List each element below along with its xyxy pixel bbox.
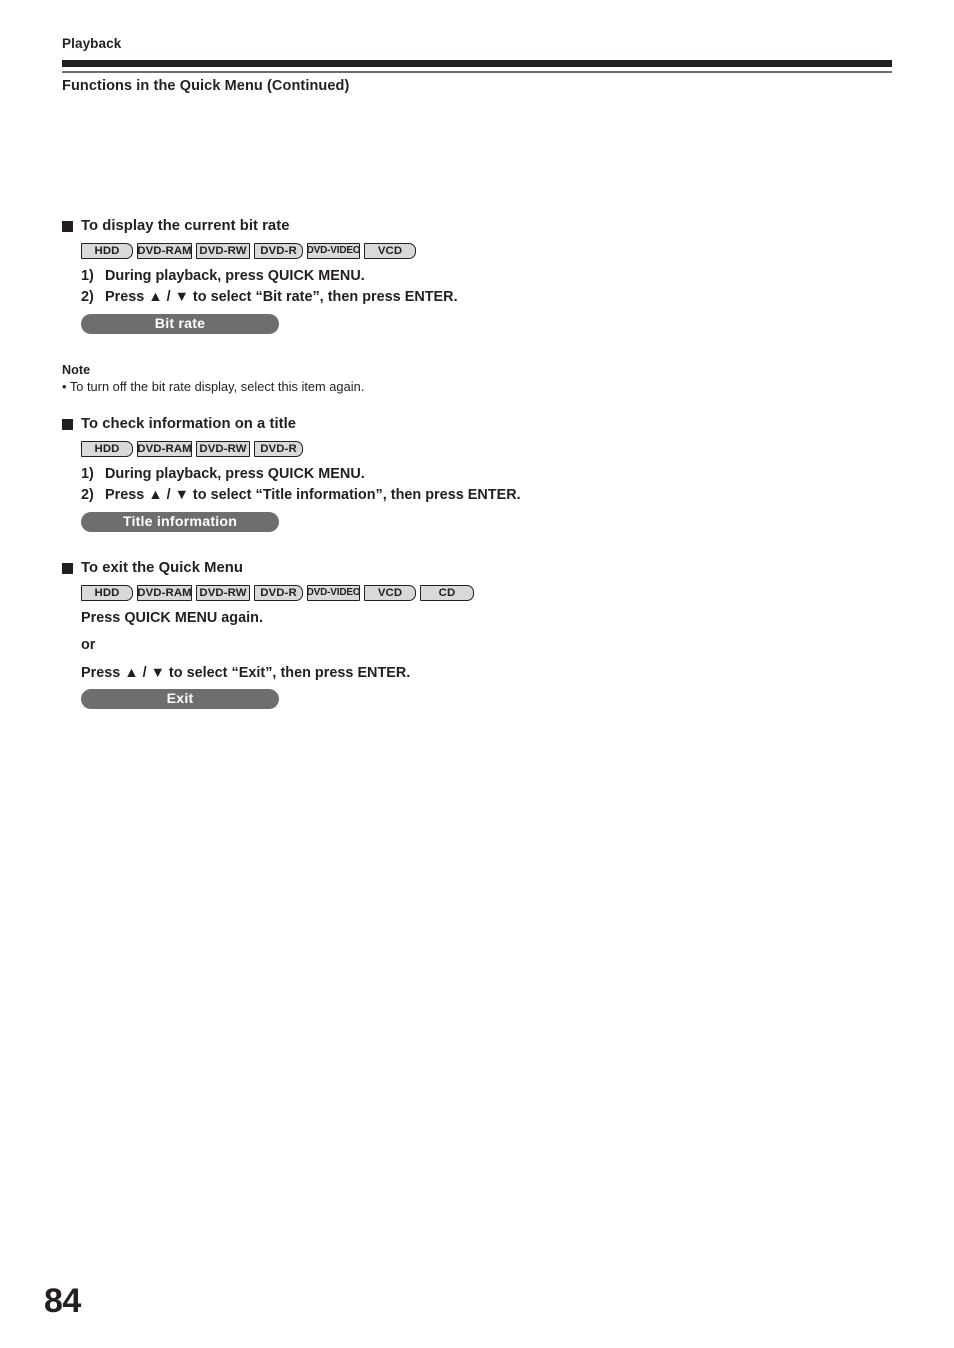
- section-heading: To check information on a title: [62, 417, 622, 432]
- step-text: Press ▲ / ▼ to select “Bit rate”, then p…: [105, 289, 458, 306]
- instruction-line: Press QUICK MENU again.: [81, 609, 263, 626]
- instruction-line: Press ▲ / ▼ to select “Exit”, then press…: [81, 664, 411, 681]
- step-list: 1) During playback, press QUICK MENU. 2)…: [81, 465, 622, 506]
- step-text: Press ▲ / ▼ to select “Title information…: [105, 487, 521, 504]
- list-item: 1) During playback, press QUICK MENU.: [81, 267, 622, 287]
- square-bullet-icon: [62, 418, 73, 430]
- section-heading: To display the current bit rate: [62, 219, 622, 234]
- step-list: 1) During playback, press QUICK MENU. 2)…: [81, 267, 622, 308]
- square-bullet-icon: [62, 562, 73, 574]
- menu-item-pill-bit-rate[interactable]: Bit rate: [81, 313, 279, 334]
- note-title: Note: [62, 363, 91, 377]
- media-badge-dvd-ram: DVD-RAM: [137, 584, 192, 601]
- section-heading: To exit the Quick Menu: [62, 561, 622, 576]
- section-title-information: To check information on a title HDD DVD-…: [62, 417, 622, 532]
- section-bit-rate: To display the current bit rate HDD DVD-…: [62, 219, 622, 334]
- media-badge-dvd-rw: DVD-RW: [196, 242, 250, 259]
- media-badge-hdd: HDD: [81, 440, 133, 457]
- list-item: 2) Press ▲ / ▼ to select “Bit rate”, the…: [81, 288, 622, 308]
- manual-page: Playback Functions in the Quick Menu (Co…: [0, 0, 954, 1348]
- media-badge-dvd-r: DVD-R: [254, 584, 303, 601]
- note-block: Note • To turn off the bit rate display,…: [62, 363, 364, 394]
- step-number: 1): [81, 267, 94, 284]
- media-badge-dvd-r: DVD-R: [254, 242, 303, 259]
- media-badge-row: HDD DVD-RAM DVD-RW DVD-R: [81, 440, 622, 457]
- step-text: During playback, press QUICK MENU.: [105, 267, 365, 284]
- menu-item-pill-title-information[interactable]: Title information: [81, 511, 279, 532]
- media-badge-dvd-video: DVD-VIDEO: [307, 584, 361, 601]
- media-badge-hdd: HDD: [81, 584, 133, 601]
- media-badge-cd: CD: [420, 584, 474, 601]
- media-badge-dvd-r: DVD-R: [254, 440, 303, 457]
- square-bullet-icon: [62, 220, 73, 232]
- running-head: Playback: [62, 36, 122, 51]
- header-rule-thin: [62, 71, 892, 73]
- header-rule-thick: [62, 60, 892, 67]
- media-badge-row: HDD DVD-RAM DVD-RW DVD-R DVD-VIDEO VCD C…: [81, 584, 622, 601]
- media-badge-dvd-video: DVD-VIDEO: [307, 242, 361, 259]
- media-badge-vcd: VCD: [364, 584, 416, 601]
- section-heading-label: To exit the Quick Menu: [81, 560, 243, 576]
- section-exit-quick-menu: To exit the Quick Menu HDD DVD-RAM DVD-R…: [62, 561, 622, 710]
- section-heading-label: To display the current bit rate: [81, 218, 290, 234]
- step-number: 2): [81, 289, 94, 306]
- list-item: 1) During playback, press QUICK MENU.: [81, 465, 622, 485]
- list-item: 2) Press ▲ / ▼ to select “Title informat…: [81, 486, 622, 506]
- step-number: 1): [81, 465, 94, 482]
- media-badge-dvd-ram: DVD-RAM: [137, 242, 192, 259]
- media-badge-dvd-ram: DVD-RAM: [137, 440, 192, 457]
- menu-item-pill-exit[interactable]: Exit: [81, 689, 279, 710]
- media-badge-hdd: HDD: [81, 242, 133, 259]
- step-text: During playback, press QUICK MENU.: [105, 465, 365, 482]
- alternative-connector: or: [81, 637, 96, 654]
- section-heading-label: To check information on a title: [81, 416, 297, 432]
- media-badge-vcd: VCD: [364, 242, 416, 259]
- page-title: Functions in the Quick Menu (Continued): [62, 78, 350, 94]
- media-badge-dvd-rw: DVD-RW: [196, 584, 250, 601]
- media-badge-row: HDD DVD-RAM DVD-RW DVD-R DVD-VIDEO VCD: [81, 242, 622, 259]
- page-number: 84: [44, 1282, 81, 1320]
- note-item: • To turn off the bit rate display, sele…: [62, 379, 365, 394]
- step-number: 2): [81, 487, 94, 504]
- media-badge-dvd-rw: DVD-RW: [196, 440, 250, 457]
